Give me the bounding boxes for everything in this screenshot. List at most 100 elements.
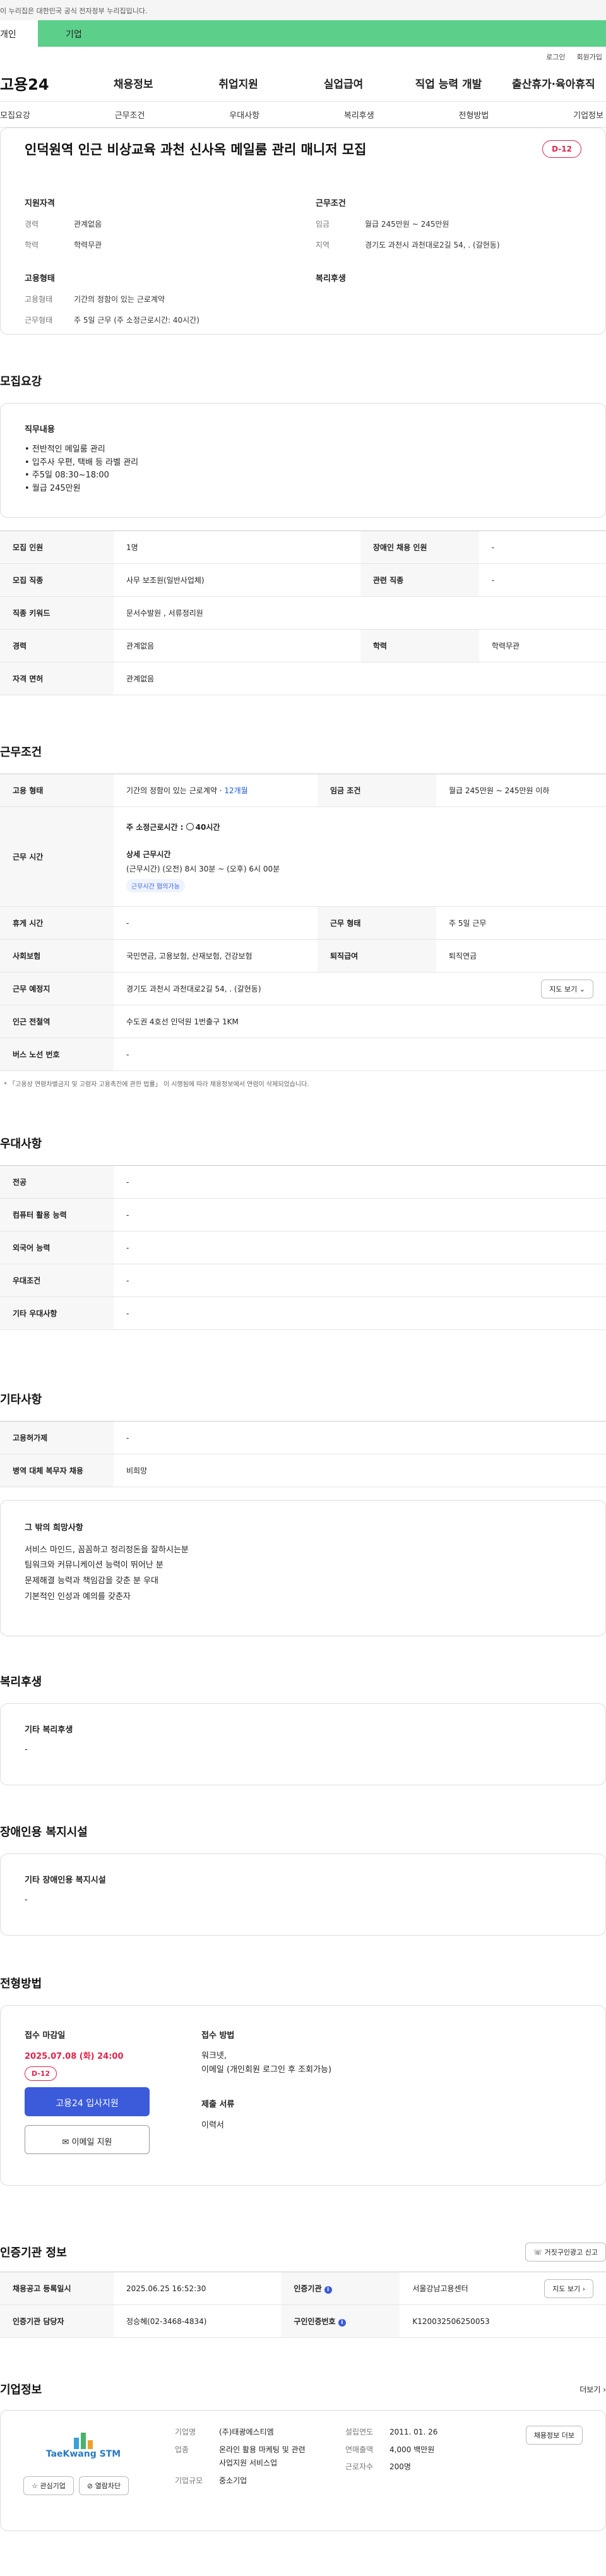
conditions-title: 근무조건 <box>316 199 346 208</box>
map-button[interactable]: 지도 보기 ⌄ <box>541 979 593 998</box>
table-label: 학력 <box>360 629 479 662</box>
subnav-preferences[interactable]: 우대사항 <box>229 109 259 121</box>
cert-table: 채용공고 등록일시 2025.06.25 16:52:30 인증기관 i 서울강… <box>0 2272 606 2338</box>
company-card: TaeKwang STM ☆ 관심기업 ⊘ 열람차단 기업명 (주)태광에스티엠 … <box>0 2410 606 2531</box>
summary-edu-label: 학력 <box>25 241 39 249</box>
gnb-unemployment-benefit[interactable]: 실업급여 <box>291 75 396 91</box>
company-jobs-button[interactable]: 채용정보 더보 <box>525 2426 583 2445</box>
hours-detail: (근무시간) (오전) 8시 30분 ~ (오후) 6시 00분 <box>126 864 280 873</box>
table-label: 근무 예정지 <box>0 972 114 1005</box>
table-value: - <box>478 563 606 597</box>
gnb-vocational-training[interactable]: 직업 능력 개발 <box>396 75 501 91</box>
favorite-company-button[interactable]: ☆ 관심기업 <box>23 2476 74 2495</box>
summary-region-value: 경기도 과천시 과천대로2길 54, . (갈현동) <box>365 241 500 249</box>
table-value: - <box>114 1165 606 1199</box>
subnav-conditions[interactable]: 근무조건 <box>115 109 145 121</box>
table-row: 인증기관 담당자 정승혜(02-3468-4834) 구인인증번호 i K120… <box>0 2304 606 2338</box>
tab-personal[interactable]: 개인 <box>0 20 38 47</box>
subnav-recruit[interactable]: 모집요강 <box>0 109 30 121</box>
table-label: 고용 형태 <box>0 774 114 807</box>
duty-item: • 주5일 08:30~18:00 <box>25 470 109 481</box>
company-sales-label: 연매출액 <box>345 2445 374 2454</box>
work-section-title: 근무조건 <box>0 746 42 759</box>
process-dday-badge: D-12 <box>25 2066 57 2081</box>
table-row: 휴게 시간 - 근무 형태 주 5일 근무 <box>0 906 606 940</box>
report-button[interactable]: ☏ 거짓구인광고 신고 <box>525 2243 606 2261</box>
duty-box: 직무내용 • 전반적인 메일룸 관리 • 입주사 우편, 택배 등 라벨 관리 … <box>0 403 606 518</box>
table-value: - <box>114 1231 606 1264</box>
gnb-employment-support[interactable]: 취업지원 <box>186 75 290 91</box>
table-row: 채용공고 등록일시 2025.06.25 16:52:30 인증기관 i 서울강… <box>0 2272 606 2305</box>
table-row: 고용 형태 기간의 정함이 있는 근로계약 · 12개월 임금 조건 월급 24… <box>0 774 606 807</box>
cert-map-button[interactable]: 지도 보기 › <box>544 2279 593 2298</box>
wish-item: 팀워크와 커뮤니케이션 능력이 뛰어난 분 <box>25 1561 163 1571</box>
page-title: 인덕원역 인근 비상교육 과천 신사옥 메일룸 관리 매니저 모집 <box>25 142 367 157</box>
gov-banner: 이 누리집은 대한민국 공식 전자정부 누리집입니다. <box>0 0 606 20</box>
table-label: 임금 조건 <box>318 774 437 807</box>
mail-icon: ✉ <box>62 2138 69 2147</box>
table-label: 사회보험 <box>0 939 114 973</box>
etc-section-title: 기타사항 <box>0 1393 42 1406</box>
table-label: 구인인증번호 i <box>281 2304 400 2338</box>
table-value: 관계없음 <box>114 662 606 695</box>
method-title: 접수 방법 <box>201 2031 235 2040</box>
table-row: 직종 키워드 문서수발원 , 서류정리원 <box>0 596 606 630</box>
qualification-title: 지원자격 <box>25 199 55 208</box>
work-place: 경기도 과천시 과천대로2길 54, . (갈현동) <box>126 985 261 993</box>
tab-company[interactable]: 기업 <box>38 20 606 47</box>
table-label: 장애인 채용 인원 <box>360 530 479 564</box>
company-name: (주)태광에스티엠 <box>219 2428 274 2436</box>
table-row: 버스 노선 번호 - <box>0 1038 606 1071</box>
gnb-jobs[interactable]: 채용정보 <box>81 75 186 91</box>
table-value: 기간의 정함이 있는 근로계약 · 12개월 <box>114 774 318 807</box>
pref-table: 전공 - 컴퓨터 활용 능력 - 외국어 능력 - 우대조건 - 기타 우대사항 - <box>0 1165 606 1330</box>
wish-title: 그 밖의 희망사항 <box>25 1523 83 1533</box>
info-icon[interactable]: i <box>338 2319 346 2327</box>
subnav-welfare[interactable]: 복리후생 <box>344 109 374 121</box>
block-company-button[interactable]: ⊘ 열람차단 <box>78 2476 129 2495</box>
block-icon: ⊘ <box>86 2482 93 2490</box>
table-value: - <box>114 1038 606 1071</box>
docs-title: 제출 서류 <box>201 2100 235 2110</box>
company-logo-text: TaeKwang STM <box>45 2449 121 2459</box>
table-value: K120032506250053 <box>400 2304 606 2338</box>
table-row: 기타 우대사항 - <box>0 1297 606 1330</box>
wish-item: 서비스 마인드, 꼼꼼하고 정리정돈을 잘하시는분 <box>25 1545 189 1555</box>
employment-type-title: 고용형태 <box>25 274 55 284</box>
table-label: 자격 면허 <box>0 662 114 695</box>
clock-icon <box>186 823 194 830</box>
company-emp: 200명 <box>389 2462 411 2472</box>
table-label: 근무 시간 <box>0 806 114 907</box>
company-logo: TaeKwang STM <box>23 2426 143 2466</box>
table-row: 전공 - <box>0 1165 606 1199</box>
welfare-box-title: 기타 복리후생 <box>25 1725 73 1735</box>
company-est: 2011. 01. 26 <box>389 2428 438 2436</box>
signup-link[interactable]: 회원가입 <box>577 52 602 64</box>
table-row: 모집 인원 1명 장애인 채용 인원 - <box>0 530 606 564</box>
company-biz: 온라인 활용 마케팅 및 관련 사업지원 서비스업 <box>219 2445 306 2468</box>
table-row: 컴퓨터 활용 능력 - <box>0 1198 606 1231</box>
summary-career-label: 경력 <box>25 220 39 229</box>
subnav-company[interactable]: 기업정보 <box>573 109 603 121</box>
deadline-value: 2025.07.08 (화) 24:00 <box>25 2052 124 2061</box>
company-more-link[interactable]: 더보기 › <box>579 2384 606 2395</box>
apply-button[interactable]: 고용24 입사지원 <box>25 2087 150 2116</box>
subnav-process[interactable]: 전형방법 <box>459 109 489 121</box>
duty-item: • 전반적인 메일룸 관리 <box>25 444 105 454</box>
welfare-value: - <box>25 1744 28 1754</box>
welfare-title: 복리후생 <box>316 274 346 284</box>
table-label: 버스 노선 번호 <box>0 1038 114 1071</box>
info-icon[interactable]: i <box>324 2286 332 2294</box>
table-label: 경력 <box>0 629 114 662</box>
contract-months: 12개월 <box>224 786 248 795</box>
email-apply-button[interactable]: ✉ 이메일 지원 <box>25 2125 150 2154</box>
table-row: 경력 관계없음 학력 학력무관 <box>0 629 606 662</box>
chevron-right-icon: › <box>603 2385 606 2394</box>
chevron-right-icon: › <box>582 2284 585 2293</box>
login-link[interactable]: 로그인 <box>546 52 565 64</box>
gnb-parental-leave[interactable]: 출산휴가·육아휴직 <box>501 75 606 91</box>
table-label: 직종 키워드 <box>0 596 114 630</box>
hours-detail-title: 상세 근무시간 <box>126 849 171 859</box>
logo[interactable]: 고용24 <box>0 72 81 94</box>
deadline-title: 접수 마감일 <box>25 2031 66 2040</box>
